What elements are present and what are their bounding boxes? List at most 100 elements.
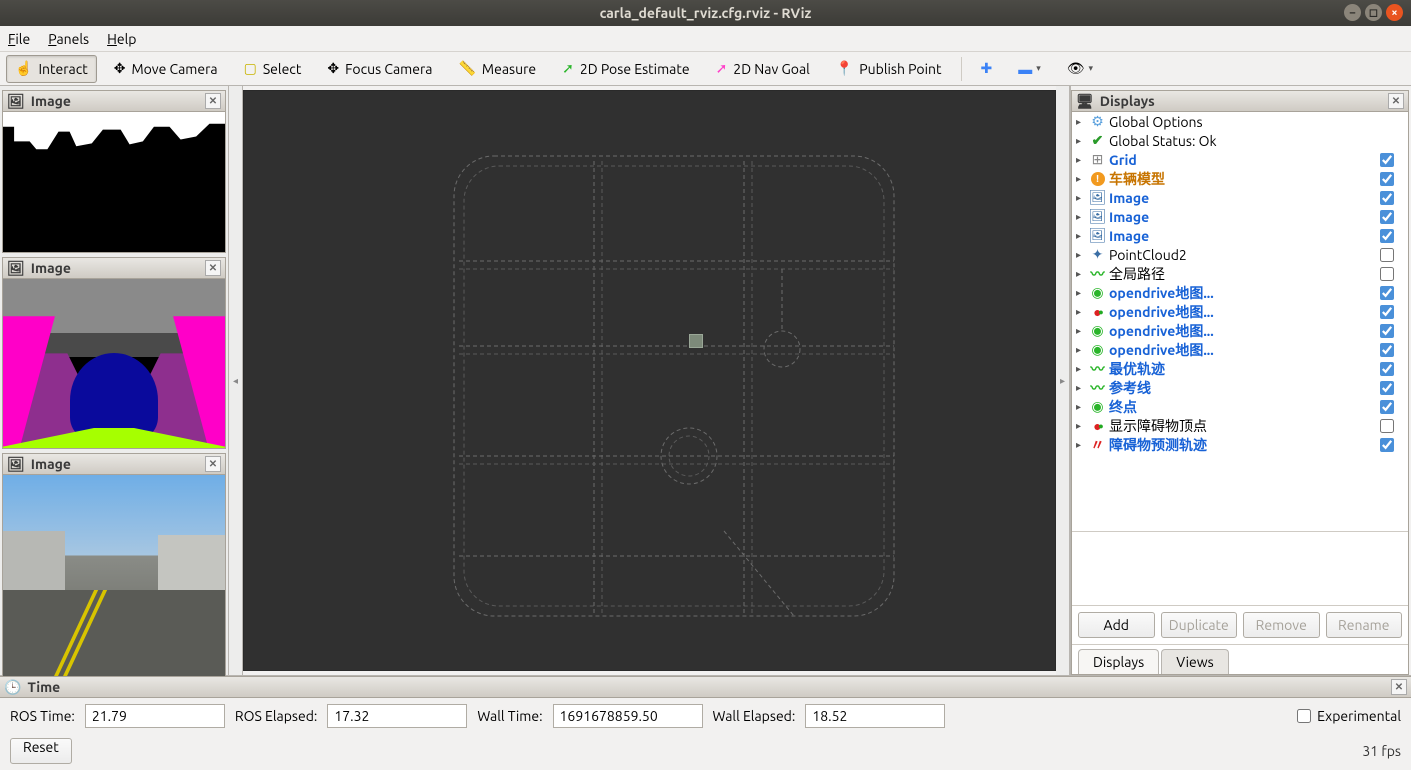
- rename-button[interactable]: Rename: [1326, 612, 1403, 638]
- menu-help[interactable]: Help: [107, 31, 136, 47]
- display-item-8[interactable]: ▸〰全局路径: [1072, 264, 1408, 283]
- image-panel-3-header[interactable]: 🖼 Image ✕: [2, 453, 226, 475]
- display-item-0[interactable]: ▸⚙Global Options: [1072, 112, 1408, 131]
- display-item-5[interactable]: ▸🖼Image: [1072, 207, 1408, 226]
- tool-add-plus[interactable]: ✚: [972, 55, 1002, 83]
- display-item-13-checkbox[interactable]: [1380, 362, 1394, 376]
- expand-icon[interactable]: ▸: [1076, 325, 1086, 337]
- wall-time-field[interactable]: [553, 704, 703, 728]
- reset-button[interactable]: Reset: [10, 738, 72, 764]
- display-item-4-checkbox[interactable]: [1380, 191, 1394, 205]
- wall-elapsed-field[interactable]: [805, 704, 945, 728]
- display-item-3[interactable]: ▸!车辆模型: [1072, 169, 1408, 188]
- tool-view-eye[interactable]: 👁▾: [1058, 55, 1102, 83]
- display-item-17-checkbox[interactable]: [1380, 438, 1394, 452]
- display-item-11-checkbox[interactable]: [1380, 324, 1394, 338]
- display-item-12-checkbox[interactable]: [1380, 343, 1394, 357]
- display-item-9[interactable]: ▸◉opendrive地图...: [1072, 283, 1408, 302]
- display-item-7[interactable]: ▸✦PointCloud2: [1072, 245, 1408, 264]
- expand-icon[interactable]: ▸: [1076, 173, 1086, 185]
- display-item-12[interactable]: ▸◉opendrive地图...: [1072, 340, 1408, 359]
- tool-move-camera[interactable]: ✥ Move Camera: [105, 55, 227, 83]
- time-panel-close[interactable]: ✕: [1391, 679, 1407, 695]
- display-item-4[interactable]: ▸🖼Image: [1072, 188, 1408, 207]
- display-item-13[interactable]: ▸〰最优轨迹: [1072, 359, 1408, 378]
- window-maximize-button[interactable]: ◻: [1365, 4, 1382, 21]
- display-item-16-checkbox[interactable]: [1380, 419, 1394, 433]
- display-item-10[interactable]: ▸●●opendrive地图...: [1072, 302, 1408, 321]
- tool-publish-point[interactable]: 📍 Publish Point: [827, 55, 951, 83]
- expand-icon[interactable]: ▸: [1076, 420, 1086, 432]
- tool-focus-camera[interactable]: ✥ Focus Camera: [318, 55, 441, 83]
- experimental-checkbox[interactable]: [1297, 709, 1311, 723]
- image-panel-2-close[interactable]: ✕: [205, 260, 221, 276]
- expand-icon[interactable]: ▸: [1076, 116, 1086, 128]
- left-splitter[interactable]: ◂: [229, 86, 243, 675]
- display-item-5-checkbox[interactable]: [1380, 210, 1394, 224]
- display-item-14[interactable]: ▸〰参考线: [1072, 378, 1408, 397]
- right-splitter[interactable]: ▸: [1056, 86, 1070, 675]
- display-item-15-checkbox[interactable]: [1380, 400, 1394, 414]
- minus-icon: ▬: [1018, 61, 1032, 77]
- ros-time-field[interactable]: [85, 704, 225, 728]
- expand-icon[interactable]: ▸: [1076, 192, 1086, 204]
- rviz-3d-view[interactable]: [243, 90, 1056, 671]
- display-item-6[interactable]: ▸🖼Image: [1072, 226, 1408, 245]
- expand-icon[interactable]: ▸: [1076, 382, 1086, 394]
- display-item-17[interactable]: ▸〃障碍物预测轨迹: [1072, 435, 1408, 454]
- expand-icon[interactable]: ▸: [1076, 306, 1086, 318]
- display-item-label: opendrive地图...: [1109, 340, 1214, 360]
- display-item-8-checkbox[interactable]: [1380, 267, 1394, 281]
- image-panel-1-view[interactable]: [2, 112, 226, 253]
- tool-2d-nav-goal[interactable]: ➚ 2D Nav Goal: [707, 55, 819, 83]
- expand-icon[interactable]: ▸: [1076, 249, 1086, 261]
- menu-file[interactable]: File: [8, 31, 30, 47]
- display-item-11[interactable]: ▸◉opendrive地图...: [1072, 321, 1408, 340]
- displays-panel-close[interactable]: ✕: [1388, 93, 1404, 109]
- image-panel-2-view[interactable]: [2, 279, 226, 449]
- display-item-1[interactable]: ▸✔Global Status: Ok: [1072, 131, 1408, 150]
- time-panel-header[interactable]: 🕒 Time ✕: [0, 676, 1411, 698]
- expand-icon[interactable]: ▸: [1076, 268, 1086, 280]
- tab-views[interactable]: Views: [1161, 649, 1228, 674]
- display-item-7-checkbox[interactable]: [1380, 248, 1394, 262]
- expand-icon[interactable]: ▸: [1076, 211, 1086, 223]
- window-close-button[interactable]: ×: [1386, 4, 1403, 21]
- display-item-2[interactable]: ▸⊞Grid: [1072, 150, 1408, 169]
- display-item-14-checkbox[interactable]: [1380, 381, 1394, 395]
- tool-2d-pose-estimate[interactable]: ➚ 2D Pose Estimate: [553, 55, 698, 83]
- tool-measure[interactable]: 📏 Measure: [449, 55, 545, 83]
- tool-interact[interactable]: ☝ Interact: [6, 55, 97, 83]
- display-item-6-checkbox[interactable]: [1380, 229, 1394, 243]
- expand-icon[interactable]: ▸: [1076, 401, 1086, 413]
- display-item-10-checkbox[interactable]: [1380, 305, 1394, 319]
- display-item-15[interactable]: ▸◉终点: [1072, 397, 1408, 416]
- display-item-3-checkbox[interactable]: [1380, 172, 1394, 186]
- image-panel-3-view[interactable]: [2, 475, 226, 677]
- tool-select[interactable]: ▢ Select: [235, 55, 311, 83]
- duplicate-button[interactable]: Duplicate: [1161, 612, 1238, 638]
- tool-remove-minus[interactable]: ▬▾: [1009, 55, 1050, 83]
- expand-icon[interactable]: ▸: [1076, 439, 1086, 451]
- add-button[interactable]: Add: [1078, 612, 1155, 638]
- expand-icon[interactable]: ▸: [1076, 154, 1086, 166]
- window-minimize-button[interactable]: –: [1344, 4, 1361, 21]
- displays-panel-header[interactable]: 🖥 Displays ✕: [1071, 90, 1409, 112]
- expand-icon[interactable]: ▸: [1076, 287, 1086, 299]
- expand-icon[interactable]: ▸: [1076, 230, 1086, 242]
- ros-elapsed-field[interactable]: [327, 704, 467, 728]
- remove-button[interactable]: Remove: [1243, 612, 1320, 638]
- image-panel-1-close[interactable]: ✕: [205, 93, 221, 109]
- display-item-9-checkbox[interactable]: [1380, 286, 1394, 300]
- displays-tree[interactable]: ▸⚙Global Options▸✔Global Status: Ok▸⊞Gri…: [1072, 112, 1408, 531]
- menu-panels[interactable]: Panels: [48, 31, 89, 47]
- image-panel-1-header[interactable]: 🖼 Image ✕: [2, 90, 226, 112]
- display-item-2-checkbox[interactable]: [1380, 153, 1394, 167]
- expand-icon[interactable]: ▸: [1076, 363, 1086, 375]
- image-panel-2-header[interactable]: 🖼 Image ✕: [2, 257, 226, 279]
- expand-icon[interactable]: ▸: [1076, 135, 1086, 147]
- display-item-16[interactable]: ▸●●显示障碍物顶点: [1072, 416, 1408, 435]
- tab-displays[interactable]: Displays: [1078, 649, 1159, 674]
- expand-icon[interactable]: ▸: [1076, 344, 1086, 356]
- image-panel-3-close[interactable]: ✕: [205, 456, 221, 472]
